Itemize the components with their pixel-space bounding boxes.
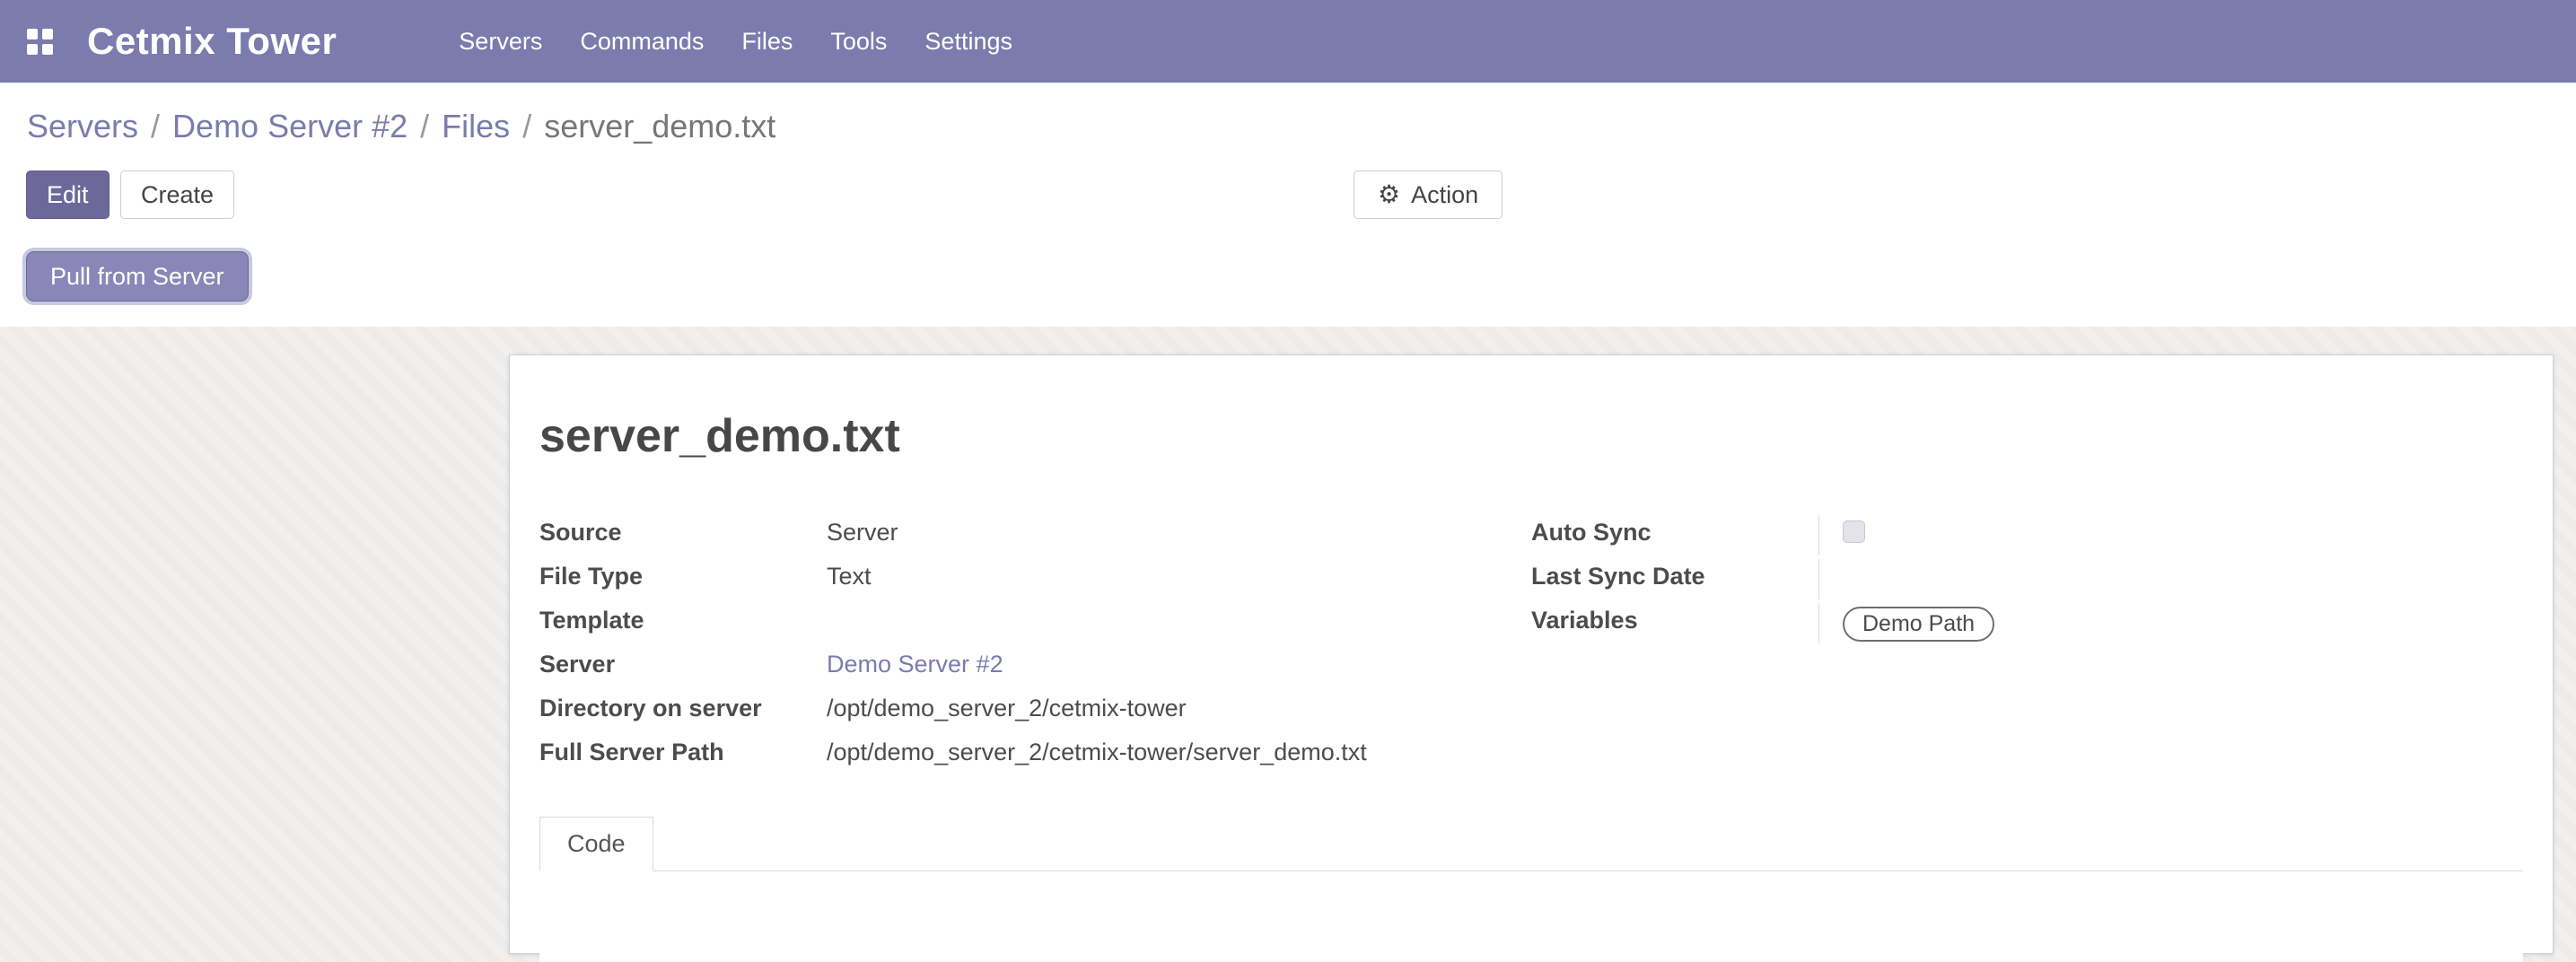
field-row: Full Server Path/opt/demo_server_2/cetmi… — [539, 735, 1531, 779]
field-value — [827, 603, 1531, 643]
field-row: Variables Demo Path — [1531, 603, 2523, 647]
control-panel: Servers / Demo Server #2 / Files / server_demo… — [0, 83, 2576, 327]
field-label: Template — [539, 603, 827, 634]
menu-item-tools[interactable]: Tools — [811, 0, 906, 83]
content-area: server_demo.txt SourceServerFile TypeTex… — [0, 327, 2576, 962]
pull-from-server-button[interactable]: Pull from Server — [26, 251, 249, 302]
field-link[interactable]: Demo Server #2 — [827, 651, 1003, 678]
field-row: ServerDemo Server #2 — [539, 647, 1531, 691]
brand-title[interactable]: Cetmix Tower — [87, 20, 337, 63]
field-label: Auto Sync — [1531, 515, 1818, 547]
field-value: Demo Path — [1818, 603, 2523, 643]
field-value: Text — [827, 559, 1531, 599]
auto-sync-checkbox[interactable] — [1843, 520, 1865, 543]
apps-icon-square — [42, 44, 53, 55]
breadcrumb-separator: / — [522, 108, 531, 144]
breadcrumb-item[interactable]: Files — [442, 108, 510, 144]
breadcrumb-separator: / — [420, 108, 429, 144]
menu-item-commands[interactable]: Commands — [561, 0, 723, 83]
field-label: Full Server Path — [539, 735, 827, 766]
field-grid: SourceServerFile TypeTextTemplateServerD… — [539, 515, 2523, 779]
field-label: Directory on server — [539, 691, 827, 722]
apps-icon-square — [27, 29, 38, 39]
gear-icon: ⚙ — [1378, 182, 1400, 207]
record-title: server_demo.txt — [539, 409, 2523, 463]
field-row: File TypeText — [539, 559, 1531, 603]
apps-icon-square — [42, 29, 53, 39]
field-row: Template — [539, 603, 1531, 647]
breadcrumb-item[interactable]: Demo Server #2 — [172, 108, 407, 144]
field-value: Server — [827, 515, 1531, 555]
action-bar: Pull from Server — [0, 251, 2576, 302]
notebook-tabbar: Code — [539, 817, 2523, 871]
main-menu: ServersCommandsFilesToolsSettings — [440, 0, 1031, 83]
menu-item-servers[interactable]: Servers — [440, 0, 561, 83]
field-label: Source — [539, 515, 827, 547]
field-value — [1818, 559, 2523, 599]
action-button-label: Action — [1411, 180, 1478, 209]
breadcrumb-item: server_demo.txt — [544, 108, 775, 144]
apps-menu-icon[interactable] — [27, 29, 53, 55]
tab-code[interactable]: Code — [539, 817, 653, 871]
field-value — [1818, 515, 2523, 555]
breadcrumb-separator: / — [151, 108, 160, 144]
create-button[interactable]: Create — [120, 171, 234, 219]
action-button[interactable]: ⚙ Action — [1354, 171, 1503, 219]
field-row: Directory on server/opt/demo_server_2/ce… — [539, 691, 1531, 735]
top-navbar: Cetmix Tower ServersCommandsFilesToolsSe… — [0, 0, 2576, 83]
field-label: Last Sync Date — [1531, 559, 1818, 590]
field-value: Demo Server #2 — [827, 647, 1531, 687]
variable-tag[interactable]: Demo Path — [1843, 607, 1994, 642]
form-sheet: server_demo.txt SourceServerFile TypeTex… — [509, 354, 2554, 954]
field-label: File Type — [539, 559, 827, 590]
field-group-left: SourceServerFile TypeTextTemplateServerD… — [539, 515, 1531, 779]
code-tab-content — [539, 871, 2523, 962]
field-label: Variables — [1531, 603, 1818, 634]
field-value: /opt/demo_server_2/cetmix-tower/server_d… — [827, 735, 1531, 775]
breadcrumb: Servers / Demo Server #2 / Files / server_demo… — [0, 104, 2576, 151]
field-row: SourceServer — [539, 515, 1531, 559]
field-value: /opt/demo_server_2/cetmix-tower — [827, 691, 1531, 731]
menu-item-settings[interactable]: Settings — [906, 0, 1031, 83]
apps-icon-square — [27, 44, 38, 55]
field-label: Server — [539, 647, 827, 678]
edit-button[interactable]: Edit — [26, 171, 110, 219]
field-row: Last Sync Date — [1531, 559, 2523, 603]
button-row: Edit Create ⚙ Action — [0, 171, 2576, 224]
field-row: Auto Sync — [1531, 515, 2523, 559]
menu-item-files[interactable]: Files — [723, 0, 811, 83]
breadcrumb-item[interactable]: Servers — [27, 108, 138, 144]
field-group-right: Auto Sync Last Sync Date Variables Demo Pat… — [1531, 515, 2523, 779]
